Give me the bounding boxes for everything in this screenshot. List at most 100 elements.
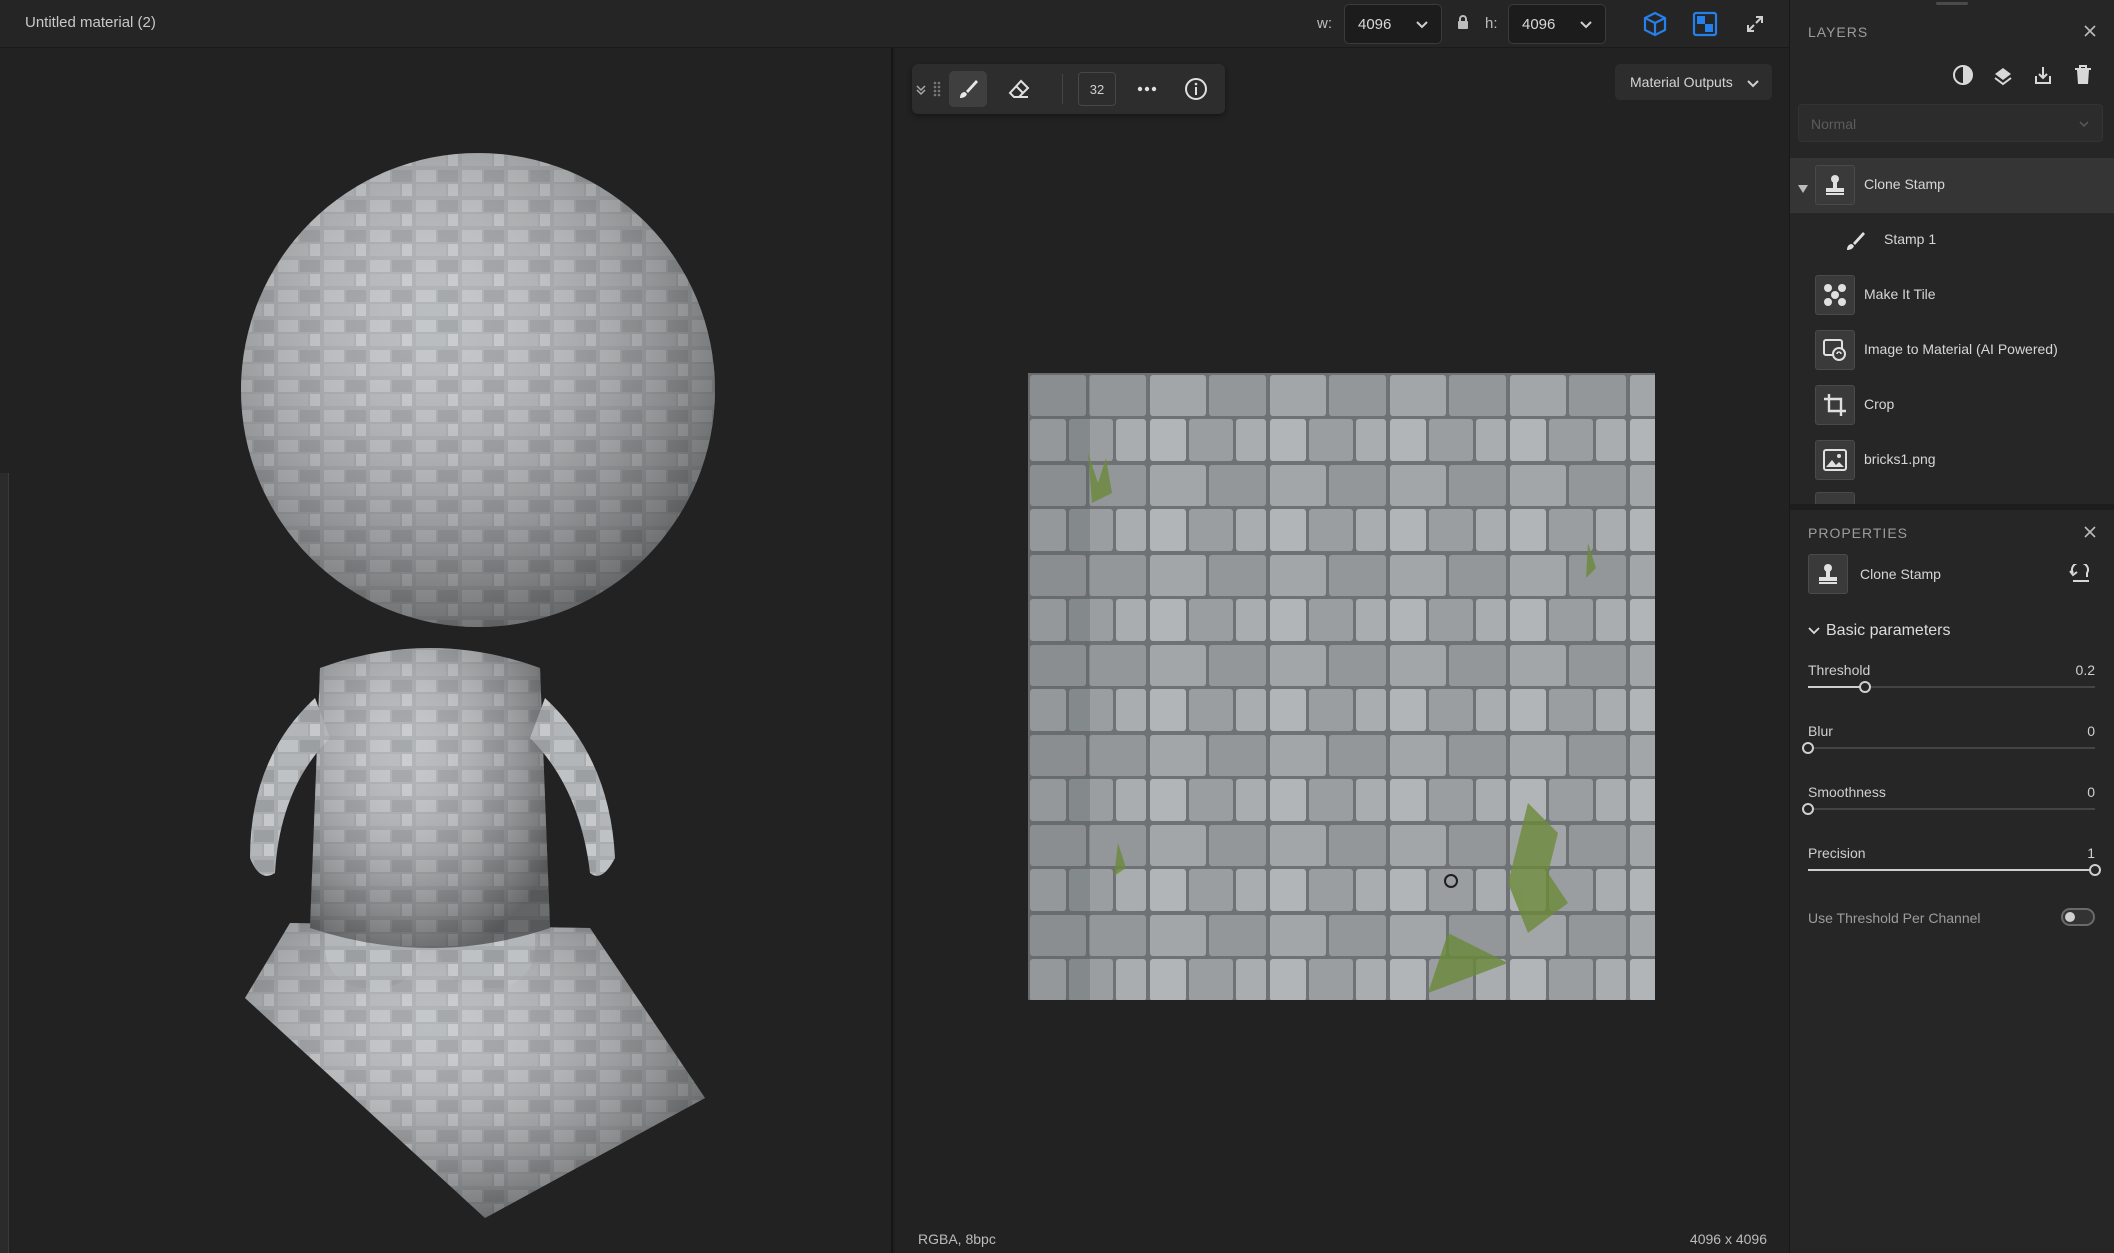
blend-mode-value: Normal: [1811, 116, 1857, 132]
brush-size-field[interactable]: 32: [1078, 72, 1116, 106]
layer-item[interactable]: Image to Material (AI Powered): [1790, 323, 2114, 378]
document-title: Untitled material (2): [25, 14, 156, 31]
layer-name: Clone Stamp: [1864, 176, 1945, 192]
layer-item[interactable]: Clone Stamp: [1790, 158, 2114, 213]
toggle-label: Use Threshold Per Channel: [1808, 910, 1981, 926]
slider-knob[interactable]: [1802, 803, 1814, 815]
layer-item[interactable]: bricks1.png: [1790, 433, 2114, 488]
resolution-status: 4096 x 4096: [1689, 1231, 1767, 1247]
blur-slider[interactable]: Blur 0: [1802, 723, 2095, 768]
slider-fill: [1808, 869, 2095, 871]
add-fill-layer-icon[interactable]: [1990, 62, 2016, 88]
param-value: 0: [2087, 723, 2095, 739]
reset-icon[interactable]: [2069, 561, 2091, 589]
slider-knob[interactable]: [2089, 864, 2101, 876]
material-preview-mannequin[interactable]: [230, 138, 720, 1228]
blend-mode-select[interactable]: Normal: [1798, 104, 2103, 142]
properties-layer-header: Clone Stamp: [1790, 552, 2114, 600]
slider-knob[interactable]: [1859, 681, 1872, 693]
chevron-down-icon: [1747, 80, 1759, 88]
param-value: 0.2: [2075, 662, 2095, 678]
param-label: Precision: [1808, 845, 1866, 861]
param-label: Smoothness: [1808, 784, 1886, 800]
slider-knob[interactable]: [1802, 742, 1814, 754]
toolbar-divider: [1062, 74, 1063, 104]
width-label: w:: [1317, 15, 1332, 32]
tile-icon: [1815, 275, 1855, 315]
ai-material-icon: [1815, 330, 1855, 370]
width-value: 4096: [1358, 16, 1392, 33]
layer-name: Crop: [1864, 396, 1895, 412]
expand-icon[interactable]: [1739, 8, 1771, 40]
info-icon[interactable]: [1178, 71, 1214, 107]
layer-list: Clone Stamp Stamp 1 Make It Tile Image t…: [1790, 158, 2114, 504]
panel-grab-handle[interactable]: [1936, 2, 1968, 5]
slider-track[interactable]: [1808, 808, 2095, 810]
properties-panel-title: PROPERTIES: [1808, 525, 1908, 541]
layer-item[interactable]: Make It Tile: [1790, 268, 2114, 323]
brush-cursor: [1444, 874, 1458, 888]
height-value: 4096: [1522, 16, 1556, 33]
viewport-edge: [0, 473, 9, 1253]
layer-actions: [1950, 62, 2096, 88]
panel-divider: [1790, 504, 2114, 510]
close-layers-icon[interactable]: [2084, 24, 2096, 42]
slider-track[interactable]: [1808, 747, 2095, 749]
param-label: Threshold: [1808, 662, 1871, 678]
crop-icon: [1815, 385, 1855, 425]
chevron-down-icon: [1580, 21, 1592, 29]
layer-name: Make It Tile: [1864, 286, 1936, 302]
properties-layer-name: Clone Stamp: [1860, 566, 1941, 582]
layer-item[interactable]: [1815, 492, 1855, 504]
stamp-icon: [1808, 554, 1848, 594]
paint-brush-icon[interactable]: [949, 71, 987, 107]
material-outputs-dropdown[interactable]: Material Outputs: [1615, 64, 1772, 100]
color-format-status: RGBA, 8bpc: [918, 1231, 996, 1247]
more-options-icon[interactable]: [1129, 71, 1165, 107]
basic-parameters-section[interactable]: Basic parameters: [1808, 622, 1951, 640]
layer-name: bricks1.png: [1864, 451, 1936, 467]
2d-view-icon[interactable]: [1689, 8, 1721, 40]
brush-icon: [1845, 231, 1865, 256]
top-bar: Untitled material (2) w: 4096 h: 4096: [0, 0, 1789, 48]
add-adjustment-icon[interactable]: [1950, 62, 1976, 88]
delete-layer-icon[interactable]: [2070, 62, 2096, 88]
threshold-per-channel-row: Use Threshold Per Channel: [1808, 908, 2095, 928]
param-value: 1: [2087, 845, 2095, 861]
close-properties-icon[interactable]: [2084, 525, 2096, 543]
layer-name: Stamp 1: [1884, 231, 1937, 247]
height-label: h:: [1485, 15, 1498, 32]
collapse-toolbar-icon[interactable]: [914, 71, 928, 107]
chevron-down-icon: [1416, 21, 1428, 29]
stamp-icon: [1815, 165, 1855, 205]
threshold-per-channel-toggle[interactable]: [2061, 908, 2095, 926]
threshold-slider[interactable]: Threshold 0.2: [1808, 662, 2095, 707]
chevron-down-icon: [1808, 627, 1820, 635]
smoothness-slider[interactable]: Smoothness 0: [1802, 784, 2095, 829]
paving-texture-image: [1028, 373, 1655, 1000]
drag-handle-icon[interactable]: [928, 71, 946, 107]
width-select[interactable]: 4096: [1344, 4, 1442, 44]
texture-canvas[interactable]: [1028, 373, 1655, 1000]
layer-item[interactable]: Crop: [1790, 378, 2114, 433]
section-title: Basic parameters: [1826, 622, 1951, 639]
3d-view-icon[interactable]: [1639, 8, 1671, 40]
material-outputs-label: Material Outputs: [1630, 74, 1733, 90]
expand-caret-icon[interactable]: [1798, 180, 1808, 198]
height-select[interactable]: 4096: [1508, 4, 1606, 44]
lock-icon[interactable]: [1456, 14, 1470, 35]
slider-fill: [1808, 686, 1866, 688]
layers-panel-title: LAYERS: [1808, 24, 1869, 40]
eraser-icon[interactable]: [1000, 71, 1038, 107]
param-label: Blur: [1808, 723, 1833, 739]
precision-slider[interactable]: Precision 1: [1808, 845, 2101, 890]
layer-name: Image to Material (AI Powered): [1864, 341, 2058, 357]
chevron-down-icon: [2079, 121, 2089, 128]
param-value: 0: [2087, 784, 2095, 800]
import-layer-icon[interactable]: [2030, 62, 2056, 88]
image-icon: [1815, 440, 1855, 480]
3d-viewport[interactable]: [0, 48, 893, 1253]
right-panel: LAYERS Normal Clone Stamp Stamp 1 Make I…: [1789, 0, 2114, 1253]
2d-viewport[interactable]: 32 Material Outputs RGBA, 8bpc 4096 x 40…: [895, 48, 1789, 1253]
layer-item[interactable]: Stamp 1: [1790, 213, 2114, 268]
